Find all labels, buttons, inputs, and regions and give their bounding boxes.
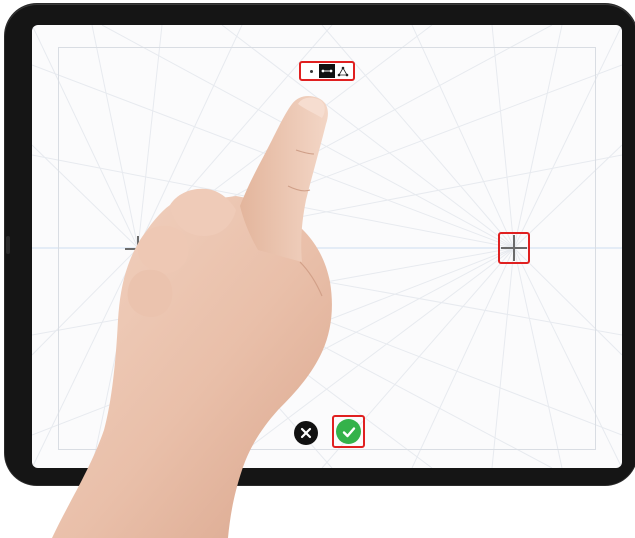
three-point-mode-button[interactable]	[335, 64, 351, 78]
cancel-button[interactable]	[294, 421, 318, 445]
two-point-mode-button[interactable]	[319, 64, 335, 78]
tutorial-scene	[0, 0, 635, 538]
crosshair-icon	[125, 236, 151, 262]
tablet-device	[5, 4, 635, 485]
drawing-screen[interactable]	[32, 25, 622, 468]
right-vanishing-point[interactable]	[498, 232, 530, 264]
two-point-icon	[321, 69, 333, 73]
left-vanishing-point[interactable]	[122, 233, 154, 265]
perspective-mode-toolbar	[299, 61, 355, 81]
close-icon	[300, 427, 312, 439]
tablet-side-button	[6, 236, 10, 254]
single-dot-icon	[309, 69, 313, 73]
done-button[interactable]	[336, 419, 361, 444]
done-button-highlight	[332, 415, 365, 448]
crosshair-icon	[501, 235, 527, 261]
three-point-icon	[337, 66, 349, 76]
checkmark-icon	[342, 426, 355, 437]
one-point-mode-button[interactable]	[303, 64, 319, 78]
